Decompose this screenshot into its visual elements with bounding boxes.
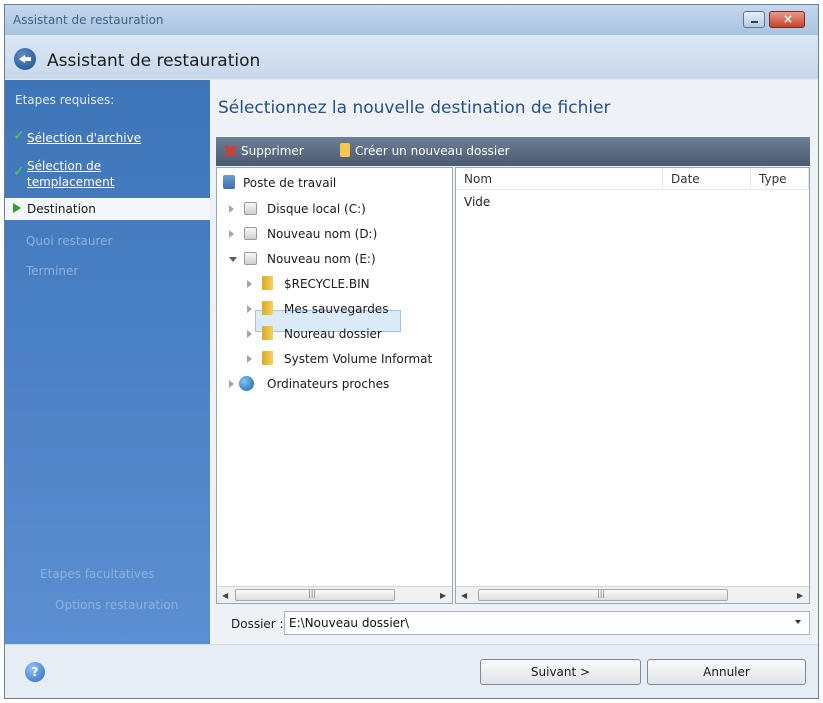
expand-icon[interactable] bbox=[229, 205, 234, 213]
folder-label: Dossier : bbox=[231, 617, 284, 631]
step-label: Sélection de templacement bbox=[27, 159, 115, 189]
drive-icon bbox=[244, 252, 257, 265]
current-step-arrow-icon bbox=[13, 203, 21, 213]
minimize-icon bbox=[751, 21, 758, 23]
scroll-left-icon[interactable]: ◀ bbox=[461, 591, 467, 600]
tree-item-network[interactable]: Ordinateurs proches bbox=[229, 376, 439, 394]
folder-icon bbox=[262, 301, 273, 315]
column-date[interactable]: Date bbox=[663, 168, 751, 189]
step-destination[interactable]: Destination bbox=[5, 198, 210, 220]
step-archive-selection[interactable]: ✓ Sélection d'archive bbox=[5, 128, 210, 148]
folder-icon bbox=[262, 326, 273, 340]
scroll-left-icon[interactable]: ◀ bbox=[222, 591, 228, 600]
new-folder-button[interactable]: Créer un nouveau dossier bbox=[355, 144, 510, 158]
close-button[interactable]: × bbox=[769, 11, 805, 28]
back-arrow-icon[interactable] bbox=[14, 48, 36, 70]
step-what-to-restore: Quoi restaurer bbox=[26, 234, 113, 248]
column-type[interactable]: Type bbox=[751, 168, 809, 189]
file-toolbar: Supprimer Créer un nouveau dossier bbox=[216, 137, 810, 166]
folder-icon bbox=[262, 276, 273, 290]
main-panel: Sélectionnez la nouvelle destination de … bbox=[210, 80, 818, 644]
scroll-right-icon[interactable]: ▶ bbox=[797, 591, 803, 600]
folder-path-input[interactable] bbox=[284, 611, 810, 635]
list-horizontal-scrollbar[interactable]: ◀ ||| ▶ bbox=[456, 586, 809, 603]
help-icon[interactable]: ? bbox=[25, 662, 45, 682]
steps-sidebar: Etapes requises: ✓ Sélection d'archive ✓… bbox=[5, 80, 210, 644]
step-label: Destination bbox=[27, 202, 96, 216]
step-label: Sélection d'archive bbox=[27, 131, 142, 145]
network-globe-icon bbox=[239, 376, 254, 391]
window-title: Assistant de restauration bbox=[13, 13, 164, 27]
wizard-footer: ? Suivant > Annuler bbox=[5, 644, 818, 698]
expand-icon[interactable] bbox=[247, 305, 252, 313]
cancel-button[interactable]: Annuler bbox=[647, 659, 806, 685]
folder-icon bbox=[262, 351, 273, 365]
tree-item-drive-c[interactable]: Disque local (C:) bbox=[229, 201, 439, 219]
tree-horizontal-scrollbar[interactable]: ◀ ||| ▶ bbox=[217, 586, 452, 603]
minimize-button[interactable] bbox=[743, 11, 765, 28]
tree-item-drive-e[interactable]: Nouveau nom (E:) bbox=[229, 251, 439, 269]
column-name[interactable]: Nom bbox=[456, 168, 663, 189]
scroll-right-icon[interactable]: ▶ bbox=[440, 591, 446, 600]
expand-icon[interactable] bbox=[247, 280, 252, 288]
scrollbar-thumb[interactable]: ||| bbox=[235, 589, 395, 601]
expand-icon[interactable] bbox=[247, 330, 252, 338]
step-restore-options: Options restauration bbox=[55, 598, 179, 612]
scrollbar-thumb[interactable]: ||| bbox=[478, 589, 728, 601]
delete-button[interactable]: Supprimer bbox=[241, 144, 304, 158]
expand-icon[interactable] bbox=[229, 380, 234, 388]
computer-icon bbox=[223, 175, 235, 189]
tree-item-drive-d[interactable]: Nouveau nom (D:) bbox=[229, 226, 439, 244]
tree-item-folder[interactable]: Mes sauvegardes bbox=[247, 301, 447, 319]
tree-item-folder-selected[interactable]: Noureau dossier bbox=[247, 326, 447, 344]
close-icon: × bbox=[783, 12, 794, 26]
next-button[interactable]: Suivant > bbox=[480, 659, 641, 685]
delete-icon[interactable] bbox=[224, 145, 236, 157]
list-header: Nom Date Type bbox=[456, 168, 809, 190]
check-icon: ✓ bbox=[13, 164, 25, 180]
drive-icon bbox=[244, 227, 257, 240]
restore-wizard-window: Assistant de restauration × Assistant de… bbox=[4, 4, 819, 699]
expand-icon[interactable] bbox=[229, 230, 234, 238]
tree-item-folder[interactable]: System Volume Informat bbox=[247, 351, 452, 369]
new-folder-icon[interactable] bbox=[340, 143, 350, 157]
optional-steps-heading: Etapes facultatives bbox=[40, 567, 155, 581]
collapse-icon[interactable] bbox=[229, 257, 237, 262]
header-bar: Assistant de restauration bbox=[5, 35, 818, 79]
expand-icon[interactable] bbox=[247, 355, 252, 363]
chevron-down-icon[interactable] bbox=[795, 620, 801, 624]
section-title: Sélectionnez la nouvelle destination de … bbox=[218, 98, 611, 118]
step-location-selection[interactable]: ✓ Sélection de templacement bbox=[5, 155, 210, 191]
tree-item-folder[interactable]: $RECYCLE.BIN bbox=[247, 276, 447, 294]
step-finish: Terminer bbox=[26, 264, 79, 278]
file-list[interactable]: Nom Date Type Vide ◀ ||| ▶ bbox=[455, 167, 810, 604]
check-icon: ✓ bbox=[13, 128, 25, 144]
title-bar: Assistant de restauration × bbox=[5, 5, 818, 35]
required-steps-heading: Etapes requises: bbox=[15, 93, 115, 107]
drive-icon bbox=[244, 202, 257, 215]
empty-message: Vide bbox=[464, 195, 491, 209]
page-title: Assistant de restauration bbox=[47, 51, 261, 71]
folder-tree[interactable]: Poste de travail Disque local (C:) Nouve… bbox=[216, 167, 453, 604]
tree-item-workstation[interactable]: Poste de travail bbox=[223, 175, 443, 193]
